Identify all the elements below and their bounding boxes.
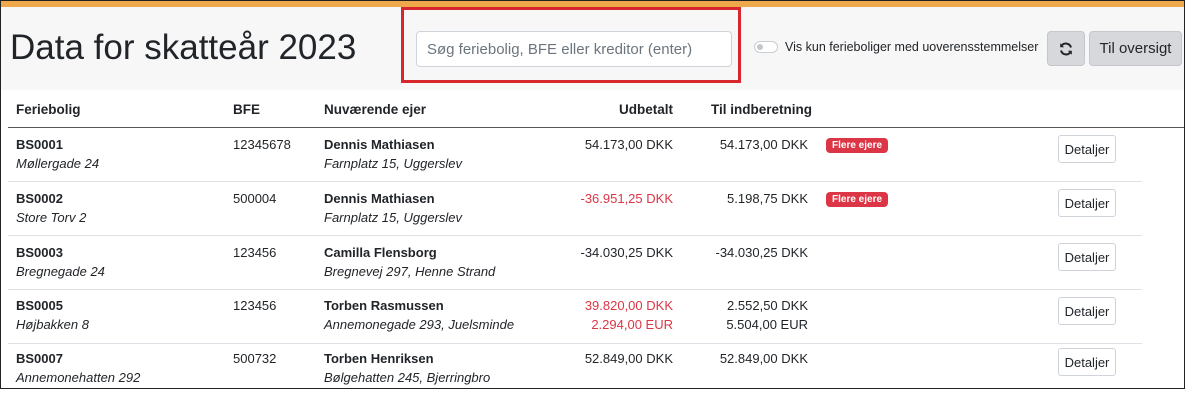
page-title: Data for skatteår 2023 [10,28,357,67]
owner-name: Torben Rasmussen [324,298,444,313]
table-row: BS0003 Bregnegade 24 123456 Camilla Flen… [8,236,1142,290]
owner-address: Annemonegade 293, Juelsminde [324,317,515,332]
property-address: Store Torv 2 [16,210,87,225]
property-id: BS0003 [16,245,63,260]
mismatch-toggle-label[interactable]: Vis kun ferieboliger med uoverensstemmel… [785,40,1038,54]
property-id: BS0005 [16,298,63,313]
report-amount: 54.173,00 DKK [719,137,808,152]
owner-name: Camilla Flensborg [324,245,437,260]
report-amount: 52.849,00 DKK [719,351,808,366]
col-header-paid: Udbetalt [619,102,673,117]
bfe-number: 500732 [233,351,277,366]
owner-name: Dennis Mathiasen [324,191,435,206]
search-input[interactable] [416,31,732,67]
report-amount: -34.030,25 DKK [715,245,808,260]
bfe-number: 500004 [233,191,277,206]
details-button[interactable]: Detaljer [1058,189,1116,217]
refresh-button[interactable] [1047,31,1085,66]
owner-name: Dennis Mathiasen [324,137,435,152]
toggle-knob [757,44,763,50]
owner-address: Farnplatz 15, Uggerslev [324,156,463,171]
details-button[interactable]: Detaljer [1058,135,1116,163]
bfe-number: 123456 [233,245,277,260]
property-id: BS0007 [16,351,63,366]
owner-name: Torben Henriksen [324,351,434,366]
details-button[interactable]: Detaljer [1058,348,1116,376]
table-row: BS0005 Højbakken 8 123456 Torben Rasmuss… [8,290,1142,344]
owner-address: Bregnevej 297, Henne Strand [324,264,496,279]
report-amount-dkk: 2.552,50 DKK [727,298,808,313]
paid-amount: 54.173,00 DKK [584,137,673,152]
paid-amount: 52.849,00 DKK [584,351,673,366]
col-header-bfe: BFE [233,102,260,117]
property-address: Højbakken 8 [16,317,89,332]
table-row: BS0002 Store Torv 2 500004 Dennis Mathia… [8,182,1142,236]
paid-amount-dkk: 39.820,00 DKK [584,298,673,313]
paid-amount-eur: 2.294,00 EUR [591,317,673,332]
multiple-owners-badge: Flere ejere [826,192,889,207]
report-amount-eur: 5.504,00 EUR [726,317,808,332]
property-id: BS0002 [16,191,63,206]
paid-amount: -34.030,25 DKK [580,245,673,260]
col-header-owner: Nuværende ejer [324,102,427,117]
details-button[interactable]: Detaljer [1058,243,1116,271]
details-button[interactable]: Detaljer [1058,297,1116,325]
property-address: Annemonehatten 292 [16,370,141,385]
col-header-feriebolig: Feriebolig [16,102,81,117]
property-id: BS0001 [16,137,63,152]
bfe-number: 12345678 [233,137,291,152]
refresh-icon [1060,42,1072,55]
table-row: BS0001 Møllergade 24 12345678 Dennis Mat… [8,128,1142,182]
table-row: BS0007 Annemonehatten 292 500732 Torben … [8,344,1142,397]
col-header-report: Til indberetning [711,102,812,117]
report-amount: 5.198,75 DKK [727,191,808,206]
property-address: Møllergade 24 [16,156,100,171]
mismatch-toggle[interactable] [754,41,778,53]
overview-button[interactable]: Til oversigt [1089,31,1182,66]
owner-address: Farnplatz 15, Uggerslev [324,210,463,225]
multiple-owners-badge: Flere ejere [826,138,889,153]
paid-amount: -36.951,25 DKK [580,191,673,206]
bfe-number: 123456 [233,298,277,313]
property-address: Bregnegade 24 [16,264,105,279]
owner-address: Bølgehatten 245, Bjerringbro [324,370,491,385]
